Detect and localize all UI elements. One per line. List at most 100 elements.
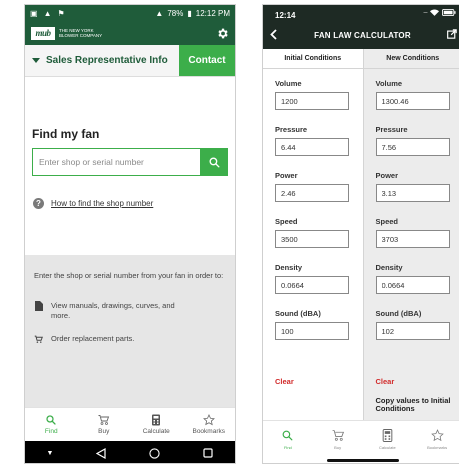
bottom-tab-bar: Find Buy Calculate Bookmarks: [25, 407, 235, 441]
field-label: Sound (dBA): [275, 309, 321, 318]
signal-icon: ▲: [155, 8, 164, 18]
field-label: Volume: [375, 79, 403, 88]
calculator-icon: [152, 414, 161, 426]
new-column: Volume Pressure Power Speed Density Sound (dB…: [362, 69, 459, 420]
find-fan-screen: ▣ ▲ ⚑ ▲ 78% ▮ 12:12 PM mub THE NEW YORK …: [24, 4, 236, 464]
sales-rep-label: Sales Representative Info: [46, 55, 168, 66]
copy-to-initial-button[interactable]: Copy values to Initial Conditions: [376, 397, 459, 413]
field-group-initial: Density: [275, 263, 349, 294]
help-row: ? How to find the shop number: [33, 198, 153, 209]
search-icon: [46, 415, 56, 425]
initial-value-input[interactable]: [275, 138, 349, 156]
clear-button[interactable]: Clear: [275, 377, 294, 386]
field-group-new: Speed: [375, 217, 450, 248]
panel-intro: Enter the shop or serial number from you…: [34, 271, 224, 280]
share-icon: [447, 29, 457, 39]
initial-value-input[interactable]: [275, 184, 349, 202]
new-value-input[interactable]: [375, 322, 450, 340]
search-button[interactable]: [200, 148, 228, 176]
cart-icon: [34, 334, 43, 344]
battery-level: 78%: [167, 8, 184, 18]
clear-button[interactable]: Clear: [376, 377, 395, 386]
sales-rep-toggle[interactable]: Sales Representative Info: [25, 45, 179, 76]
help-icon: ?: [33, 198, 44, 209]
document-icon: [34, 301, 43, 311]
field-group-initial: Sound (dBA): [275, 309, 349, 340]
nav-hide-icon[interactable]: ▼: [47, 450, 54, 457]
page-title: Find my fan: [32, 127, 100, 141]
android-nav-bar: ▼: [25, 441, 235, 463]
home-indicator: [327, 459, 399, 462]
tab-find[interactable]: Find: [25, 408, 78, 441]
status-time: 12:12 PM: [195, 8, 230, 18]
initial-conditions-header: Initial Conditions: [284, 55, 342, 62]
field-group-new: Pressure: [375, 125, 450, 156]
shop-number-help-link[interactable]: How to find the shop number: [51, 199, 153, 208]
app-bar: mub THE NEW YORK BLOWER COMPANY: [25, 21, 235, 45]
cart-icon: [98, 415, 110, 425]
tab-calculate[interactable]: Calculate: [130, 408, 183, 441]
new-conditions-header: New Conditions: [362, 49, 459, 68]
notification-icon: ▲: [43, 8, 52, 18]
status-icons: ····: [423, 9, 456, 16]
column-headers: Initial Conditions New Conditions: [263, 49, 459, 69]
info-panel: Enter the shop or serial number from you…: [25, 255, 235, 407]
new-value-input[interactable]: [375, 276, 450, 294]
recents-icon[interactable]: [203, 448, 214, 458]
back-icon[interactable]: [96, 447, 107, 459]
search-icon: [282, 430, 293, 441]
home-icon[interactable]: [149, 447, 161, 459]
tab-calculate[interactable]: Calculate: [363, 421, 413, 463]
caret-down-icon: [32, 58, 40, 63]
field-label: Speed: [275, 217, 298, 226]
field-group-initial: Speed: [275, 217, 349, 248]
gear-icon[interactable]: [215, 26, 229, 40]
new-value-input[interactable]: [375, 138, 450, 156]
new-value-input[interactable]: [375, 184, 450, 202]
field-group-initial: Power: [275, 171, 349, 202]
field-label: Density: [375, 263, 403, 272]
battery-icon: [442, 9, 456, 16]
initial-value-input[interactable]: [275, 92, 349, 110]
tab-buy[interactable]: Buy: [78, 408, 131, 441]
new-value-input[interactable]: [375, 230, 450, 248]
field-label: Sound (dBA): [375, 309, 422, 318]
search-bar: [32, 148, 228, 176]
initial-value-input[interactable]: [275, 230, 349, 248]
company-name: THE NEW YORK BLOWER COMPANY: [59, 27, 103, 39]
contact-button[interactable]: Contact: [179, 45, 235, 76]
field-group-new: Volume: [375, 79, 450, 110]
tab-buy[interactable]: Buy: [313, 421, 363, 463]
nav-header: 12:14 ···· FAN LAW CALCULATOR: [263, 5, 459, 49]
notification-icon: ⚑: [57, 8, 65, 18]
fan-law-calculator-screen: 12:14 ···· FAN LAW CALCULATOR Initial Co…: [262, 4, 459, 464]
tab-find[interactable]: Find: [263, 421, 313, 463]
new-value-input[interactable]: [375, 92, 450, 110]
calculator-form: Volume Pressure Power Speed Density Sound (dB…: [263, 69, 459, 420]
status-time: 12:14: [275, 11, 296, 20]
search-icon: [208, 156, 220, 168]
initial-value-input[interactable]: [275, 276, 349, 294]
field-label: Pressure: [275, 125, 308, 134]
calculator-icon: [382, 429, 393, 442]
list-item: Order replacement parts.: [34, 334, 134, 344]
wifi-icon: [430, 9, 439, 16]
field-label: Speed: [375, 217, 399, 226]
cart-icon: [332, 430, 344, 441]
android-status-bar: ▣ ▲ ⚑ ▲ 78% ▮ 12:12 PM: [25, 5, 235, 21]
notification-icon: ▣: [30, 8, 38, 18]
search-input[interactable]: [32, 148, 200, 176]
field-label: Volume: [275, 79, 302, 88]
field-group-new: Sound (dBA): [375, 309, 450, 340]
field-group-new: Power: [375, 171, 450, 202]
tab-bookmarks[interactable]: Bookmarks: [412, 421, 459, 463]
star-icon: [202, 414, 215, 426]
initial-column: Volume Pressure Power Speed Density Sound (dB…: [263, 69, 363, 420]
share-button[interactable]: [446, 28, 458, 40]
bottom-tab-bar: Find Buy Calculate Bookmarks: [263, 420, 459, 463]
list-item: View manuals, drawings, curves, and more…: [34, 301, 184, 321]
initial-value-input[interactable]: [275, 322, 349, 340]
tab-bookmarks[interactable]: Bookmarks: [183, 408, 236, 441]
field-group-new: Density: [375, 263, 450, 294]
field-label: Power: [275, 171, 298, 180]
